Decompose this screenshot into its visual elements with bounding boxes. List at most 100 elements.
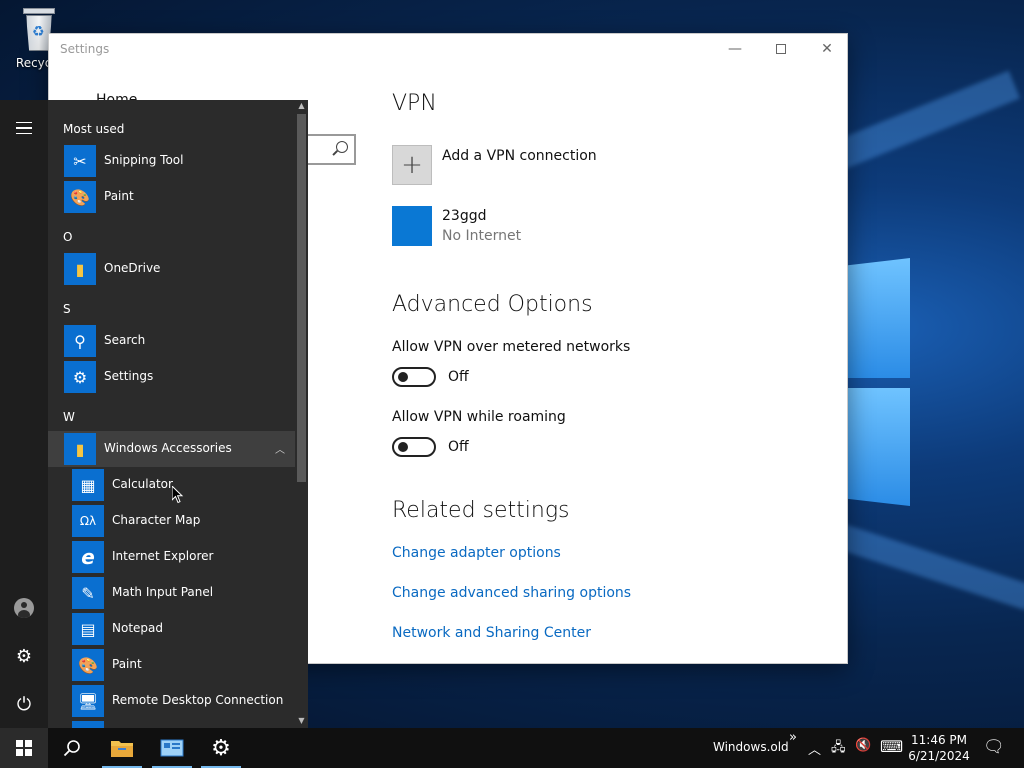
search-icon [63, 740, 80, 757]
app-label: Calculator [112, 477, 173, 491]
power-icon: ⏻ [16, 693, 32, 715]
expand-menu-button[interactable] [0, 108, 48, 148]
volume-muted-icon[interactable]: 🔇 [855, 738, 871, 753]
app-label: Snipping Tool [104, 153, 184, 167]
toolbar-expand-chevron[interactable]: » [789, 730, 797, 745]
taskbar-settings[interactable]: ⚙ [197, 728, 245, 768]
taskbar-clock[interactable]: 11:46 PM 6/21/2024 [896, 732, 982, 764]
metered-option-label: Allow VPN over metered networks [392, 339, 631, 355]
app-label: Search [104, 333, 146, 347]
app-character-map[interactable]: Ωλ Character Map [48, 503, 295, 539]
roaming-option-label: Allow VPN while roaming [392, 409, 566, 425]
mouse-cursor-icon [172, 486, 184, 504]
minimize-icon: — [728, 41, 742, 57]
roaming-toggle-state: Off [448, 439, 469, 455]
vpn-connection-status: No Internet [442, 228, 522, 244]
app-label: Paint [112, 657, 142, 671]
advanced-options-heading: Advanced Options [392, 292, 593, 317]
app-label: OneDrive [104, 261, 161, 275]
network-disconnected-icon[interactable]: 🖧 [831, 738, 846, 760]
app-label: Internet Explorer [112, 549, 214, 563]
app-snipping-tool[interactable]: ✂ Snipping Tool [48, 143, 295, 179]
app-settings[interactable]: ⚙ Settings [48, 359, 295, 395]
start-button[interactable] [0, 728, 48, 768]
maximize-button[interactable] [758, 34, 804, 64]
start-menu-scrollbar[interactable]: ▲ ▼ [295, 100, 308, 728]
group-letter-o[interactable]: O [63, 230, 72, 244]
group-letter-s[interactable]: S [63, 302, 71, 316]
windows-logo-icon [16, 740, 32, 756]
scroll-down-icon[interactable]: ▼ [295, 716, 308, 725]
add-vpn-label[interactable]: Add a VPN connection [442, 148, 597, 164]
vpn-connection-icon[interactable] [392, 206, 432, 246]
related-settings-heading: Related settings [392, 498, 570, 523]
find-setting-input[interactable] [304, 134, 356, 165]
gear-icon: ⚙ [15, 645, 33, 667]
remote-desktop-icon: 🖥 [72, 685, 104, 717]
app-search[interactable]: ⚲ Search [48, 323, 295, 359]
app-label: Settings [104, 369, 154, 383]
app-label: Notepad [112, 621, 163, 635]
user-account-button[interactable] [0, 588, 48, 628]
folder-icon: ▮ [64, 253, 96, 285]
add-vpn-button[interactable]: + [392, 145, 432, 185]
windows-old-toolbar[interactable]: Windows.old [713, 740, 789, 754]
app-label: Remote Desktop Connection [112, 693, 284, 707]
app-onedrive[interactable]: ▮ OneDrive [48, 251, 295, 287]
taskbar-control-panel[interactable] [148, 728, 196, 768]
change-sharing-options-link[interactable]: Change advanced sharing options [392, 585, 631, 601]
toggle-knob [398, 372, 408, 382]
search-icon: ⚲ [64, 325, 96, 357]
window-title: Settings [60, 42, 110, 56]
app-partial[interactable] [48, 719, 295, 728]
app-remote-desktop[interactable]: 🖥 Remote Desktop Connection [48, 683, 295, 719]
settings-rail-button[interactable]: ⚙ [0, 636, 48, 676]
clock-time: 11:46 PM [911, 733, 967, 747]
network-sharing-center-link[interactable]: Network and Sharing Center [392, 625, 591, 641]
close-button[interactable]: ✕ [804, 34, 850, 64]
start-menu-app-list: Most used ✂ Snipping Tool 🎨 Paint O ▮ On… [48, 100, 308, 728]
app-internet-explorer[interactable]: e Internet Explorer [48, 539, 295, 575]
folder-icon [111, 741, 133, 757]
show-hidden-icons-chevron-up-icon[interactable]: ︿ [808, 739, 821, 758]
group-letter-w[interactable]: W [63, 410, 75, 424]
taskbar-file-explorer[interactable] [98, 728, 146, 768]
pen-icon: ✎ [72, 577, 104, 609]
folder-icon: ▮ [64, 433, 96, 465]
title-bar[interactable]: Settings — ✕ [49, 34, 847, 64]
clock-date: 6/21/2024 [908, 749, 970, 763]
scissors-icon: ✂ [64, 145, 96, 177]
app-notepad[interactable]: ▤ Notepad [48, 611, 295, 647]
user-icon [14, 598, 34, 618]
palette-icon: 🎨 [72, 649, 104, 681]
app-paint-accessory[interactable]: 🎨 Paint [48, 647, 295, 683]
app-label: Paint [104, 189, 134, 203]
change-adapter-options-link[interactable]: Change adapter options [392, 545, 561, 561]
page-title: VPN [392, 91, 437, 116]
windows-accessories-folder[interactable]: ▮ Windows Accessories ︿ [48, 431, 295, 467]
chevron-up-icon: ︿ [275, 445, 285, 456]
minimize-button[interactable]: — [712, 34, 758, 64]
notifications-icon[interactable]: 🗨 [983, 737, 1005, 757]
notepad-icon: ▤ [72, 613, 104, 645]
toggle-knob [398, 442, 408, 452]
vpn-connection-name[interactable]: 23ggd [442, 208, 486, 224]
gear-icon: ⚙ [64, 361, 96, 393]
app-math-input-panel[interactable]: ✎ Math Input Panel [48, 575, 295, 611]
windows-logo-pane [848, 258, 910, 378]
hamburger-icon [16, 122, 32, 134]
taskbar: ⚙ Windows.old » ︿ 🖧 🔇 ⌨ 11:46 PM 6/21/20… [0, 728, 1024, 768]
palette-icon: 🎨 [64, 181, 96, 213]
power-button[interactable]: ⏻ [0, 684, 48, 724]
taskbar-search-button[interactable] [48, 728, 96, 768]
roaming-toggle[interactable] [392, 437, 436, 457]
close-icon: ✕ [821, 41, 833, 57]
character-map-icon: Ωλ [72, 505, 104, 537]
app-paint[interactable]: 🎨 Paint [48, 179, 295, 215]
app-label: Character Map [112, 513, 201, 527]
most-used-heading: Most used [63, 122, 125, 136]
metered-toggle[interactable] [392, 367, 436, 387]
scrollbar-thumb[interactable] [297, 114, 306, 482]
gear-icon: ⚙ [211, 735, 231, 761]
scroll-up-icon[interactable]: ▲ [295, 101, 308, 110]
